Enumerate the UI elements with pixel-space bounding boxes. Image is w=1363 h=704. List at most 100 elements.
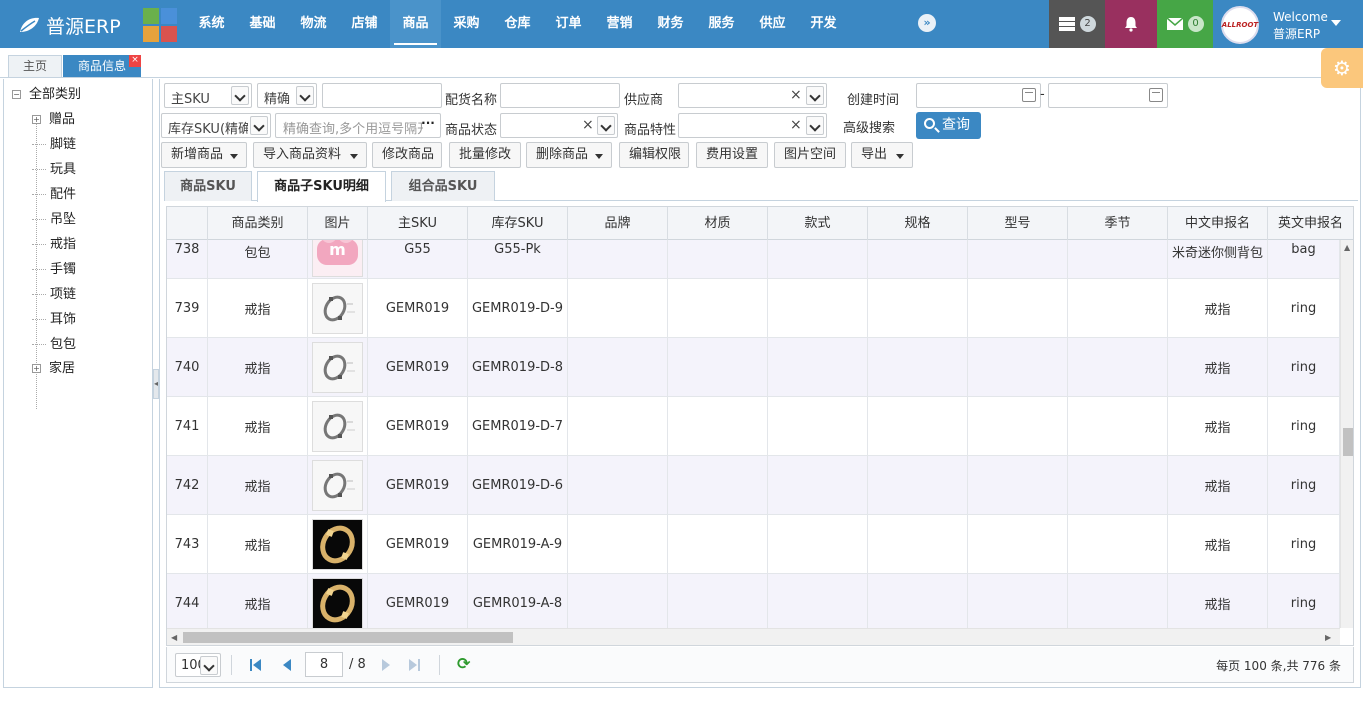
table-row[interactable]: 739 戒指 GEMR019 GEMR019-D-9 戒指 ring: [167, 279, 1340, 338]
nav-item-logistics[interactable]: 物流: [288, 0, 339, 48]
vertical-scroll-thumb[interactable]: [1343, 428, 1353, 456]
tree-item-bags[interactable]: 包包: [32, 334, 76, 356]
gear-icon[interactable]: ⚙: [1321, 48, 1363, 88]
tree-item-accessories[interactable]: 配件: [32, 184, 76, 206]
product-thumbnail[interactable]: [312, 401, 363, 452]
double-chevron-right-icon[interactable]: »: [918, 14, 936, 32]
tab-combo-sku[interactable]: 组合品SKU: [391, 171, 495, 201]
nav-item-marketing[interactable]: 营销: [594, 0, 645, 48]
header-style[interactable]: 款式: [768, 207, 868, 240]
nav-item-supply[interactable]: 供应: [747, 0, 798, 48]
query-button[interactable]: 查询: [916, 112, 981, 139]
horizontal-scrollbar[interactable]: ◀ ▶: [167, 628, 1340, 645]
stock-sku-select[interactable]: 库存SKU(精确: [161, 113, 271, 138]
batch-edit-button[interactable]: 批量修改: [449, 142, 521, 168]
tree-item-bracelets[interactable]: 手镯: [32, 259, 76, 281]
import-product-button[interactable]: 导入商品资料: [253, 142, 367, 168]
nav-item-orders[interactable]: 订单: [543, 0, 594, 48]
nav-item-service[interactable]: 服务: [696, 0, 747, 48]
delete-product-button[interactable]: 删除商品: [526, 142, 612, 168]
tree-item-toys[interactable]: 玩具: [32, 159, 76, 181]
tab-product-sku[interactable]: 商品SKU: [164, 171, 252, 201]
nav-item-basic[interactable]: 基础: [237, 0, 288, 48]
status-select[interactable]: ×: [500, 113, 618, 138]
table-row[interactable]: 738 包包 m G55 G55-Pk 米奇迷你侧背包 bag: [167, 240, 1340, 279]
nav-item-products[interactable]: 商品: [390, 0, 441, 48]
header-season[interactable]: 季节: [1068, 207, 1168, 240]
sku-type-select[interactable]: 主SKU: [164, 83, 252, 108]
tree-item-earrings[interactable]: 耳饰: [32, 309, 76, 331]
clear-icon[interactable]: ×: [790, 117, 802, 133]
product-thumbnail[interactable]: [312, 519, 363, 570]
tree-item-pendants[interactable]: 吊坠: [32, 209, 76, 231]
scroll-left-icon[interactable]: ◀: [171, 633, 177, 642]
table-row[interactable]: 743 戒指 GEMR019 GEMR019-A-9 戒指 ring: [167, 515, 1340, 574]
last-page-button[interactable]: [407, 657, 423, 673]
next-page-button[interactable]: [379, 657, 395, 673]
messages-button[interactable]: 0: [1157, 0, 1213, 48]
tree-item-gifts[interactable]: + 赠品: [32, 109, 75, 131]
horizontal-scroll-thumb[interactable]: [183, 632, 513, 643]
collapse-icon[interactable]: −: [12, 90, 21, 99]
tree-item-necklaces[interactable]: 项链: [32, 284, 76, 306]
refresh-icon[interactable]: ⟳: [457, 656, 473, 672]
table-row[interactable]: 740 戒指 GEMR019 GEMR019-D-8 戒指 ring: [167, 338, 1340, 397]
tab-product-info[interactable]: 商品信息 ×: [63, 55, 141, 77]
image-space-button[interactable]: 图片空间: [774, 142, 846, 168]
product-thumbnail[interactable]: [312, 460, 363, 511]
table-row[interactable]: 744 戒指 GEMR019 GEMR019-A-8 戒指 ring: [167, 574, 1340, 628]
fee-settings-button[interactable]: 费用设置: [696, 142, 768, 168]
table-row[interactable]: 741 戒指 GEMR019 GEMR019-D-7 戒指 ring: [167, 397, 1340, 456]
nav-item-develop[interactable]: 开发: [798, 0, 849, 48]
nav-item-system[interactable]: 系统: [186, 0, 237, 48]
feature-select[interactable]: ×: [678, 113, 827, 138]
date-from-input[interactable]: [916, 83, 1041, 108]
nav-item-purchase[interactable]: 采购: [441, 0, 492, 48]
tree-item-anklets[interactable]: 脚链: [32, 134, 76, 156]
nav-item-finance[interactable]: 财务: [645, 0, 696, 48]
app-logo[interactable]: 普源ERP: [18, 12, 121, 38]
more-icon[interactable]: ···: [418, 116, 438, 135]
scroll-up-icon[interactable]: ▲: [1344, 243, 1350, 252]
tree-root[interactable]: − 全部类别: [12, 84, 81, 106]
product-thumbnail[interactable]: [312, 578, 363, 628]
sku-input[interactable]: [322, 83, 442, 108]
expand-icon[interactable]: +: [32, 364, 41, 373]
product-thumbnail[interactable]: m: [312, 240, 363, 277]
user-menu[interactable]: ALLROOT Welcome 普源ERP: [1213, 0, 1363, 48]
header-stock-sku[interactable]: 库存SKU: [468, 207, 568, 240]
tasks-button[interactable]: 2: [1049, 0, 1105, 48]
product-thumbnail[interactable]: [312, 342, 363, 393]
edit-product-button[interactable]: 修改商品: [372, 142, 442, 168]
header-main-sku[interactable]: 主SKU: [368, 207, 468, 240]
header-material[interactable]: 材质: [668, 207, 768, 240]
clear-icon[interactable]: ×: [790, 87, 802, 103]
close-icon[interactable]: ×: [129, 55, 141, 67]
tab-sub-sku-detail[interactable]: 商品子SKU明细: [257, 171, 386, 202]
nav-item-warehouse[interactable]: 仓库: [492, 0, 543, 48]
supplier-select[interactable]: ×: [678, 83, 827, 108]
product-thumbnail[interactable]: [312, 283, 363, 334]
app-grid-icon[interactable]: [143, 8, 177, 42]
header-model[interactable]: 型号: [968, 207, 1068, 240]
calendar-icon[interactable]: [1149, 88, 1163, 102]
table-row[interactable]: 742 戒指 GEMR019 GEMR019-D-6 戒指 ring: [167, 456, 1340, 515]
tab-home[interactable]: 主页: [8, 55, 62, 77]
date-to-input[interactable]: [1048, 83, 1168, 108]
header-image[interactable]: 图片: [308, 207, 368, 240]
prev-page-button[interactable]: [281, 657, 297, 673]
header-cn-declare[interactable]: 中文申报名: [1168, 207, 1268, 240]
header-category[interactable]: 商品类别: [208, 207, 308, 240]
notifications-button[interactable]: [1105, 0, 1157, 48]
match-mode-select[interactable]: 精确: [257, 83, 317, 108]
add-product-button[interactable]: 新增商品: [161, 142, 247, 168]
page-size-select[interactable]: 100: [175, 653, 221, 677]
header-spec[interactable]: 规格: [868, 207, 968, 240]
clear-icon[interactable]: ×: [582, 117, 594, 133]
export-button[interactable]: 导出: [851, 142, 913, 168]
first-page-button[interactable]: [249, 657, 265, 673]
advanced-search-link[interactable]: 高级搜索: [843, 117, 895, 136]
tree-item-home[interactable]: + 家居: [32, 358, 75, 380]
header-brand[interactable]: 品牌: [568, 207, 668, 240]
calendar-icon[interactable]: [1022, 88, 1036, 102]
